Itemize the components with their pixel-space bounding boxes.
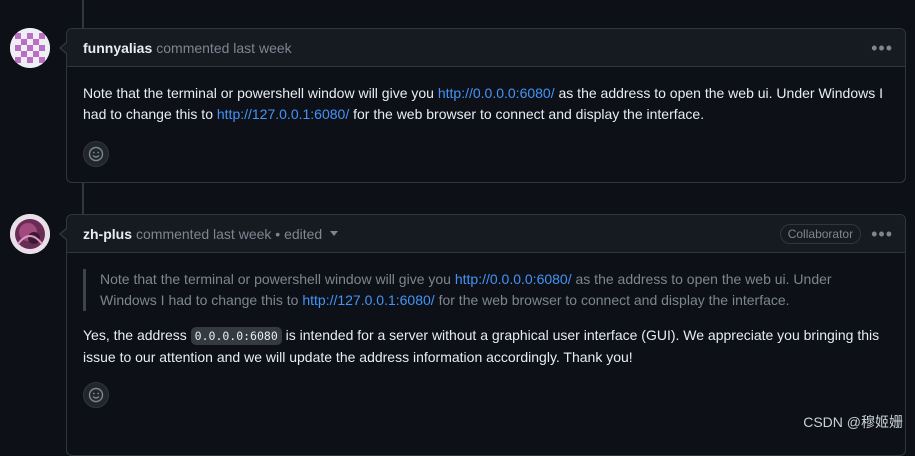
identicon-avatar (10, 28, 50, 68)
quoted-reply: Note that the terminal or powershell win… (83, 269, 889, 311)
text: for the web browser to connect and displ… (434, 292, 790, 308)
text: Yes, the address (83, 327, 191, 343)
comment-zh-plus: zh-plus commented last week • edited Col… (59, 214, 906, 456)
link-127001-6080[interactable]: http://127.0.0.1:6080/ (217, 106, 349, 122)
comment-header: funnyalias commented last week ••• (67, 29, 905, 67)
comment-meta[interactable]: commented last week (156, 40, 291, 56)
avatar-funnyalias[interactable] (10, 28, 50, 68)
link-0000-6080[interactable]: http://0.0.0.0:6080/ (438, 85, 555, 101)
comment-body: Note that the terminal or powershell win… (67, 253, 905, 418)
comment-meta[interactable]: commented last week • edited (136, 226, 322, 242)
kebab-horizontal-icon[interactable]: ••• (871, 39, 893, 57)
comment-author[interactable]: funnyalias (83, 40, 152, 56)
smiley-icon (88, 146, 104, 162)
text: for the web browser to connect and displ… (349, 106, 705, 122)
comment-paragraph: Yes, the address 0.0.0.0:6080 is intende… (83, 325, 889, 368)
inline-code: 0.0.0.0:6080 (190, 327, 282, 345)
add-reaction-button[interactable] (83, 382, 109, 408)
avatar-zh-plus[interactable] (10, 214, 50, 254)
kebab-horizontal-icon[interactable]: ••• (871, 225, 893, 243)
comment-paragraph: Note that the terminal or powershell win… (83, 83, 889, 125)
text: Note that the terminal or powershell win… (100, 271, 455, 287)
link-0000-6080[interactable]: http://0.0.0.0:6080/ (455, 271, 572, 287)
link-127001-6080[interactable]: http://127.0.0.1:6080/ (302, 292, 434, 308)
comment-header: zh-plus commented last week • edited Col… (67, 215, 905, 253)
text: Note that the terminal or powershell win… (83, 85, 438, 101)
collaborator-badge: Collaborator (779, 223, 862, 244)
chevron-down-icon[interactable] (330, 231, 339, 236)
user-avatar-image (10, 214, 50, 254)
csdn-watermark: CSDN @穆姬姗 (803, 414, 903, 430)
smiley-icon (88, 387, 104, 403)
comment-author[interactable]: zh-plus (83, 226, 132, 242)
comment-body: Note that the terminal or powershell win… (67, 67, 905, 177)
add-reaction-button[interactable] (83, 141, 109, 167)
comment-funnyalias: funnyalias commented last week ••• Note … (59, 28, 906, 183)
